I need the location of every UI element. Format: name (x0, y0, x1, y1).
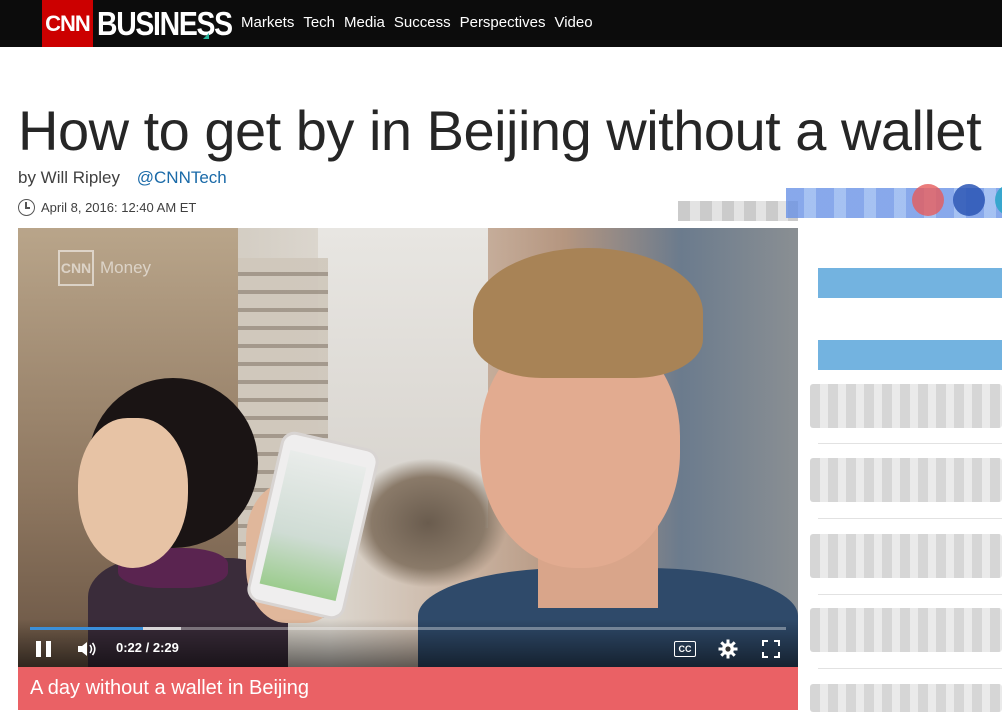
timestamp-text: April 8, 2016: 12:40 AM ET (41, 200, 197, 215)
progress-bar[interactable] (30, 627, 786, 630)
rail-divider (818, 443, 1002, 444)
blurred-rail-item[interactable] (810, 534, 1002, 578)
timestamp: April 8, 2016: 12:40 AM ET (18, 199, 196, 216)
video-frame-woman-face (78, 418, 188, 568)
clock-icon (18, 199, 35, 216)
business-brand-logo[interactable]: BUSINESS (97, 5, 233, 43)
video-controls: 0:22 / 2:29 CC (18, 619, 798, 667)
video-frame-phone-screen (259, 449, 367, 602)
blurred-rail-item[interactable] (810, 684, 1002, 712)
blurred-ad-strip (678, 201, 798, 221)
blurred-rail-subheader (818, 340, 1002, 370)
fullscreen-icon[interactable] (762, 640, 780, 658)
brand-triangle-icon (203, 33, 209, 39)
settings-gear-icon[interactable] (718, 639, 738, 659)
cnn-logo-text: CNN (45, 10, 91, 36)
watermark-text: Money (100, 258, 152, 277)
blurred-rail-item[interactable] (810, 458, 1002, 502)
author-name[interactable]: by Will Ripley (18, 168, 120, 187)
nav-links: Markets Tech Media Success Perspectives … (241, 14, 593, 31)
pause-button[interactable] (36, 641, 52, 657)
blurred-rail-header (818, 268, 1002, 298)
article-headline: How to get by in Beijing without a walle… (18, 99, 982, 162)
nav-link-perspectives[interactable]: Perspectives (460, 14, 546, 31)
rail-divider (818, 518, 1002, 519)
share-icon[interactable] (912, 184, 944, 216)
rail-divider (818, 668, 1002, 669)
top-navigation: CNN BUSINESS Markets Tech Media Success … (0, 0, 1002, 47)
twitter-handle-link[interactable]: @CNNTech (137, 168, 227, 187)
volume-icon[interactable] (78, 641, 98, 657)
time-display: 0:22 / 2:29 (116, 640, 179, 655)
byline: by Will Ripley @CNNTech (18, 168, 227, 188)
nav-link-media[interactable]: Media (344, 14, 385, 31)
video-caption[interactable]: A day without a wallet in Beijing (18, 667, 798, 710)
blurred-rail-item[interactable] (810, 384, 1002, 428)
closed-captions-button[interactable]: CC (674, 641, 696, 657)
facebook-icon[interactable] (953, 184, 985, 216)
progress-played (30, 627, 144, 630)
blurred-rail-item[interactable] (810, 608, 1002, 652)
watermark-logo: CNN (58, 250, 94, 286)
nav-link-success[interactable]: Success (394, 14, 451, 31)
nav-link-tech[interactable]: Tech (303, 14, 335, 31)
nav-link-video[interactable]: Video (554, 14, 592, 31)
video-player[interactable]: CNN Money 0:22 / 2:29 CC (18, 228, 798, 667)
rail-divider (818, 594, 1002, 595)
cnn-logo[interactable]: CNN (42, 0, 93, 47)
video-frame-man-hair (473, 248, 703, 378)
nav-link-markets[interactable]: Markets (241, 14, 294, 31)
cnn-money-watermark: CNN Money (58, 250, 151, 286)
